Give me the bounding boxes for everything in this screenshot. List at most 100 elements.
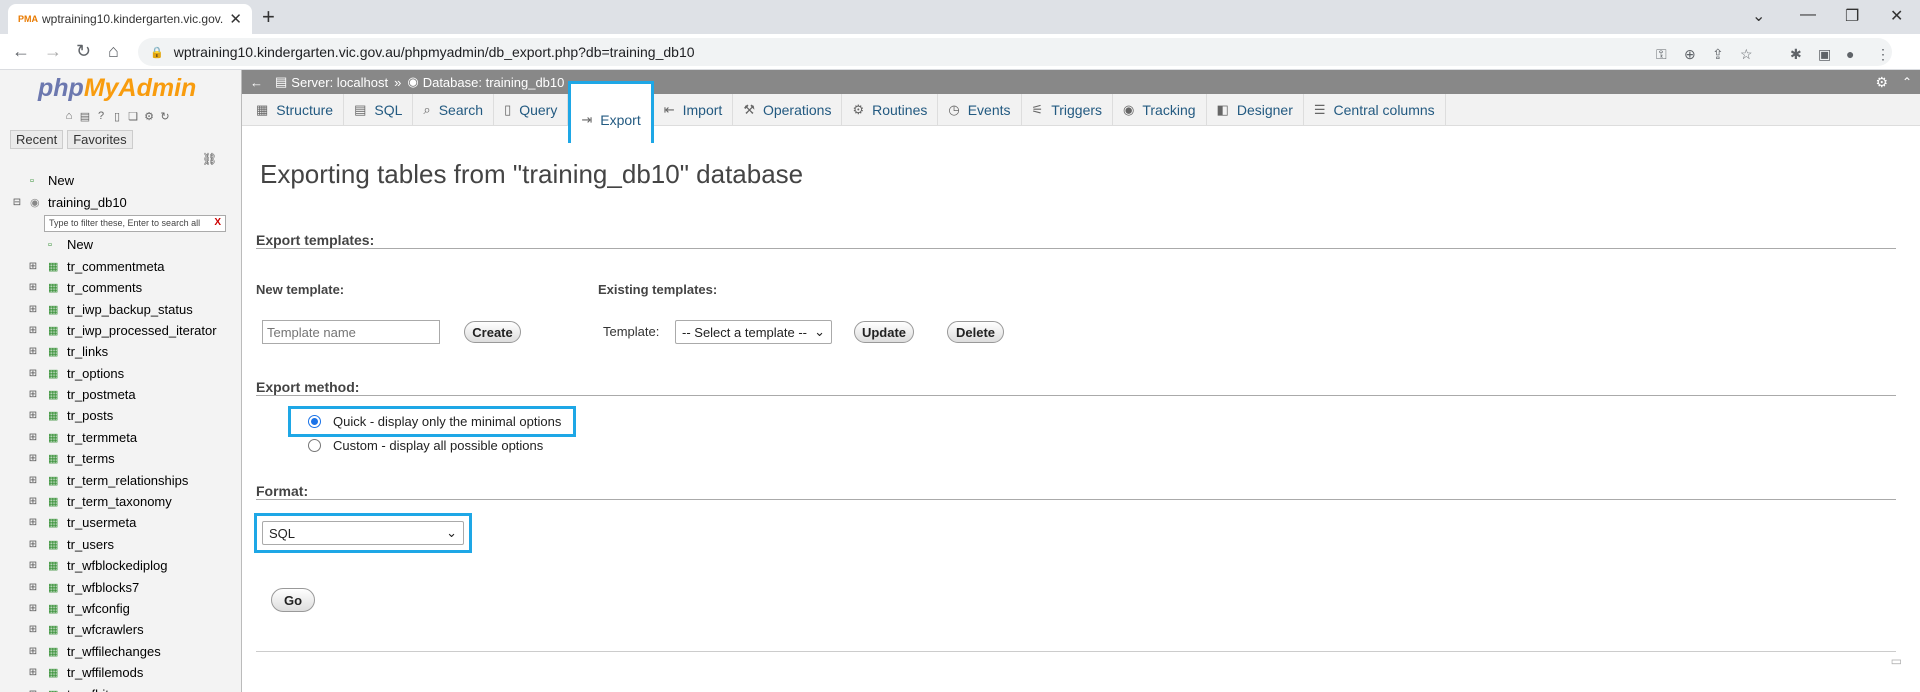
- browser-tab[interactable]: PMA wptraining10.kindergarten.vic.gov.au…: [8, 4, 252, 34]
- expand-icon[interactable]: ⊞: [28, 475, 38, 486]
- expand-icon[interactable]: ⊞: [28, 432, 38, 443]
- quick-export-option[interactable]: Quick - display only the minimal options: [308, 414, 561, 429]
- expand-icon[interactable]: ⊞: [28, 646, 38, 657]
- table-item[interactable]: ⊞ ▦ tr_termmeta: [0, 427, 241, 448]
- bookmark-star-icon[interactable]: ☆: [1740, 46, 1753, 63]
- restore-icon[interactable]: ❐: [1845, 6, 1859, 26]
- expand-icon[interactable]: ⊞: [28, 582, 38, 593]
- table-item[interactable]: ⊞ ▦ tr_wfblocks7: [0, 576, 241, 597]
- collapse-icon[interactable]: ⊟: [12, 197, 22, 208]
- tab-close-icon[interactable]: ✕: [229, 10, 242, 28]
- expand-icon[interactable]: ⊞: [28, 410, 38, 421]
- table-item[interactable]: ⊞ ▦ tr_wfblockediplog: [0, 555, 241, 576]
- table-item[interactable]: ⊞ ▦ tr_wffilemods: [0, 662, 241, 683]
- tab-import[interactable]: ⇤ Import: [653, 94, 734, 125]
- settings-gear-icon[interactable]: ⚙: [142, 109, 156, 123]
- tree-db[interactable]: ⊟ ◉ training_db10: [0, 191, 241, 212]
- help-icon[interactable]: ?: [94, 109, 108, 123]
- tab-central-columns[interactable]: ☰ Central columns: [1303, 94, 1446, 125]
- table-item[interactable]: ⊞ ▦ tr_wfcrawlers: [0, 619, 241, 640]
- template-select[interactable]: -- Select a template -- ⌄: [675, 320, 832, 344]
- reload-icon[interactable]: ↻: [76, 41, 91, 62]
- tab-export[interactable]: ⇥ Export: [568, 81, 654, 143]
- expand-icon[interactable]: ⊞: [28, 304, 38, 315]
- table-item[interactable]: ⊞ ▦ tr_wfhits: [0, 683, 241, 692]
- expand-icon[interactable]: ⊞: [28, 624, 38, 635]
- expand-icon[interactable]: ⊞: [28, 325, 38, 336]
- tab-routines[interactable]: ⚙ Routines: [842, 94, 939, 125]
- table-item[interactable]: ⊞ ▦ tr_wffilechanges: [0, 641, 241, 662]
- refresh-icon[interactable]: ↻: [158, 109, 172, 123]
- expand-icon[interactable]: ⊞: [28, 282, 38, 293]
- favorites-tab[interactable]: Favorites: [67, 130, 133, 149]
- collapse-nav-icon[interactable]: ←: [250, 75, 263, 90]
- close-window-icon[interactable]: ✕: [1890, 6, 1903, 26]
- back-icon[interactable]: ←: [12, 41, 30, 62]
- custom-export-option[interactable]: Custom - display all possible options: [308, 438, 543, 453]
- extensions-icon[interactable]: ✱: [1790, 46, 1802, 63]
- expand-icon[interactable]: ⊞: [28, 603, 38, 614]
- expand-icon[interactable]: ⊞: [28, 496, 38, 507]
- tab-sql[interactable]: ▤ SQL: [344, 94, 414, 125]
- template-name-input[interactable]: [262, 320, 440, 344]
- table-item[interactable]: ⊞ ▦ tr_comments: [0, 277, 241, 298]
- expand-icon[interactable]: ⊞: [28, 389, 38, 400]
- table-item[interactable]: ⊞ ▦ tr_posts: [0, 405, 241, 426]
- quick-radio[interactable]: [308, 415, 321, 428]
- table-item[interactable]: ⊞ ▦ tr_users: [0, 534, 241, 555]
- docs-icon[interactable]: ▯: [110, 109, 124, 123]
- tab-triggers[interactable]: ⚟ Triggers: [1021, 94, 1114, 125]
- side-panel-icon[interactable]: ▣: [1818, 46, 1831, 63]
- forward-icon[interactable]: →: [44, 41, 62, 62]
- breadcrumb-server[interactable]: Server: localhost: [291, 75, 388, 90]
- settings-gear-icon[interactable]: ⚙: [1875, 74, 1888, 91]
- tab-query[interactable]: ▯ Query: [494, 94, 569, 125]
- expand-icon[interactable]: ⊞: [28, 346, 38, 357]
- table-item[interactable]: ⊞ ▦ tr_options: [0, 363, 241, 384]
- tab-events[interactable]: ◷ Events: [938, 94, 1022, 125]
- expand-icon[interactable]: ⊞: [28, 517, 38, 528]
- new-tab-icon[interactable]: +: [262, 6, 275, 28]
- link-icon[interactable]: ⛓: [202, 152, 217, 166]
- table-filter-input[interactable]: Type to filter these, Enter to search al…: [44, 214, 226, 232]
- logout-icon[interactable]: ▤: [78, 109, 92, 123]
- update-button[interactable]: Update: [854, 321, 914, 343]
- home-icon[interactable]: ⌂: [62, 109, 76, 123]
- address-bar[interactable]: 🔒 wptraining10.kindergarten.vic.gov.au/p…: [138, 38, 1892, 66]
- custom-radio[interactable]: [308, 439, 321, 452]
- tab-search-icon[interactable]: ⌄: [1752, 6, 1765, 26]
- tree-new-db[interactable]: ▫ New: [0, 170, 241, 191]
- phpmyadmin-logo[interactable]: phpMyAdmin: [38, 74, 196, 103]
- home-icon[interactable]: ⌂: [108, 41, 119, 62]
- table-item[interactable]: ⊞ ▦ tr_terms: [0, 448, 241, 469]
- collapse-top-icon[interactable]: ⌃: [1902, 75, 1912, 89]
- tab-operations[interactable]: ⚒ Operations: [733, 94, 843, 125]
- tree-new-table[interactable]: ▫ New: [0, 234, 241, 255]
- minimize-icon[interactable]: —: [1800, 6, 1816, 24]
- expand-icon[interactable]: ⊞: [28, 667, 38, 678]
- table-item[interactable]: ⊞ ▦ tr_wfconfig: [0, 598, 241, 619]
- table-item[interactable]: ⊞ ▦ tr_iwp_backup_status: [0, 298, 241, 319]
- table-item[interactable]: ⊞ ▦ tr_term_relationships: [0, 469, 241, 490]
- tab-structure[interactable]: ▦ Structure: [246, 94, 345, 125]
- recent-tab[interactable]: Recent: [10, 130, 64, 149]
- table-item[interactable]: ⊞ ▦ tr_links: [0, 341, 241, 362]
- breadcrumb-database[interactable]: Database: training_db10: [423, 75, 565, 90]
- share-icon[interactable]: ⇪: [1712, 46, 1724, 63]
- expand-icon[interactable]: ⊞: [28, 539, 38, 550]
- expand-icon[interactable]: ⊞: [28, 689, 38, 692]
- expand-icon[interactable]: ⊞: [28, 368, 38, 379]
- table-item[interactable]: ⊞ ▦ tr_usermeta: [0, 512, 241, 533]
- profile-avatar-icon[interactable]: ●: [1846, 46, 1854, 62]
- go-button[interactable]: Go: [271, 588, 315, 612]
- expand-icon[interactable]: ⊞: [28, 261, 38, 272]
- table-item[interactable]: ⊞ ▦ tr_iwp_processed_iterator: [0, 320, 241, 341]
- format-select[interactable]: SQL ⌄: [262, 521, 464, 545]
- lock-icon[interactable]: 🔒: [150, 46, 164, 59]
- table-item[interactable]: ⊞ ▦ tr_postmeta: [0, 384, 241, 405]
- table-item[interactable]: ⊞ ▦ tr_term_taxonomy: [0, 491, 241, 512]
- create-button[interactable]: Create: [464, 321, 521, 343]
- tab-search[interactable]: ⌕ Search: [413, 94, 495, 125]
- copy-icon[interactable]: ❏: [126, 109, 140, 123]
- filter-clear-button[interactable]: X: [214, 217, 221, 228]
